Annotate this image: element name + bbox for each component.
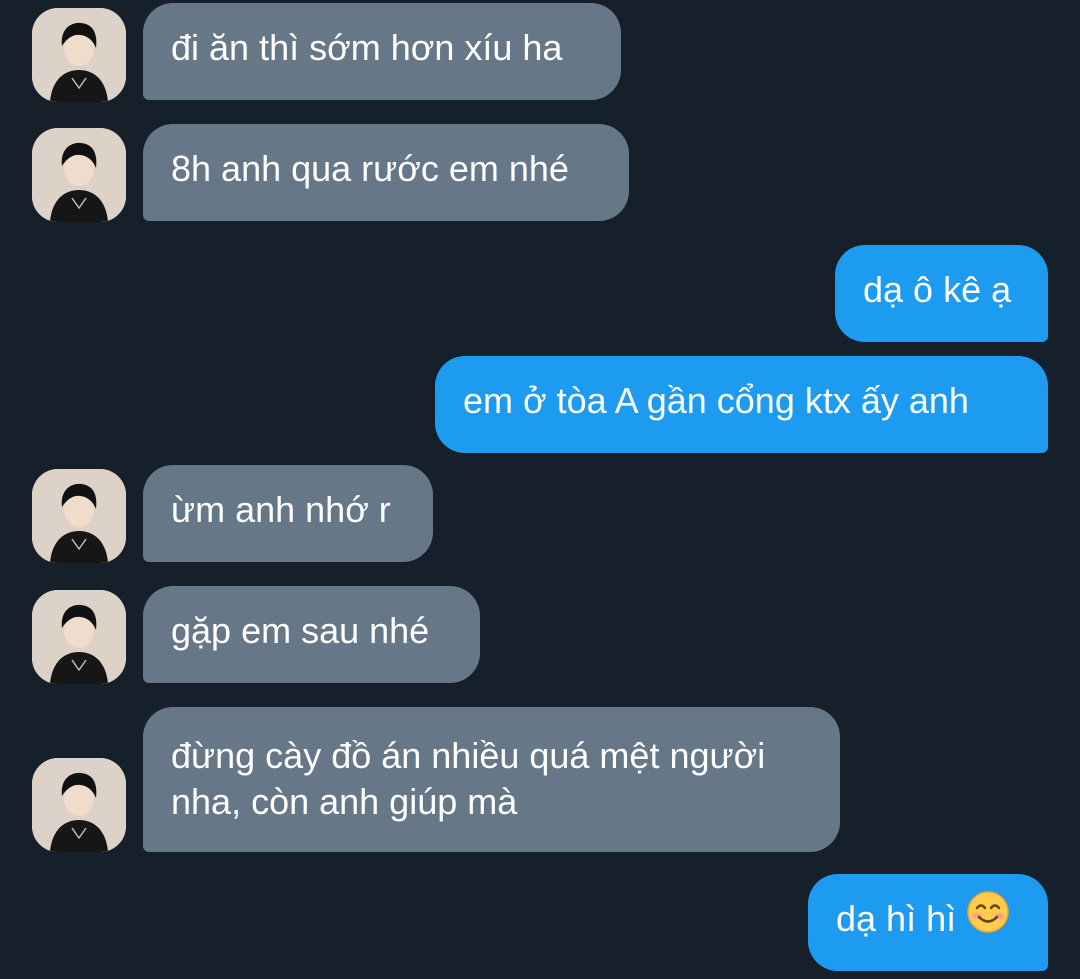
message-text: đừng cày đồ án nhiều quá mệt người nha, …: [171, 735, 766, 822]
message-text: đi ăn thì sớm hơn xíu ha: [171, 27, 563, 68]
message-text: 8h anh qua rước em nhé: [171, 148, 569, 189]
chat-thread[interactable]: đi ăn thì sớm hơn xíu ha 8h anh qua rước…: [0, 0, 1080, 979]
contact-avatar[interactable]: [32, 590, 126, 684]
message-text: dạ hì hì: [836, 898, 957, 939]
message-text: gặp em sau nhé: [171, 610, 430, 651]
message-bubble-incoming[interactable]: đi ăn thì sớm hơn xíu ha: [143, 3, 621, 100]
message-bubble-incoming[interactable]: ừm anh nhớ r: [143, 465, 433, 562]
avatar-photo-icon: [32, 469, 126, 563]
message-text: ừm anh nhớ r: [171, 489, 391, 530]
contact-avatar[interactable]: [32, 469, 126, 563]
contact-avatar[interactable]: [32, 8, 126, 102]
message-bubble-outgoing[interactable]: dạ hì hì: [808, 874, 1048, 971]
contact-avatar[interactable]: [32, 758, 126, 852]
message-bubble-incoming[interactable]: gặp em sau nhé: [143, 586, 480, 683]
message-bubble-outgoing[interactable]: em ở tòa A gần cổng ktx ấy anh: [435, 356, 1048, 453]
message-bubble-incoming[interactable]: 8h anh qua rước em nhé: [143, 124, 629, 221]
avatar-photo-icon: [32, 128, 126, 222]
avatar-photo-icon: [32, 758, 126, 852]
message-text: em ở tòa A gần cổng ktx ấy anh: [463, 380, 969, 421]
message-bubble-incoming[interactable]: đừng cày đồ án nhiều quá mệt người nha, …: [143, 707, 840, 852]
avatar-photo-icon: [32, 8, 126, 102]
contact-avatar[interactable]: [32, 128, 126, 222]
smiling-face-emoji-icon: [966, 890, 1010, 946]
message-bubble-outgoing[interactable]: dạ ô kê ạ: [835, 245, 1048, 342]
avatar-photo-icon: [32, 590, 126, 684]
message-text: dạ ô kê ạ: [863, 269, 1012, 310]
